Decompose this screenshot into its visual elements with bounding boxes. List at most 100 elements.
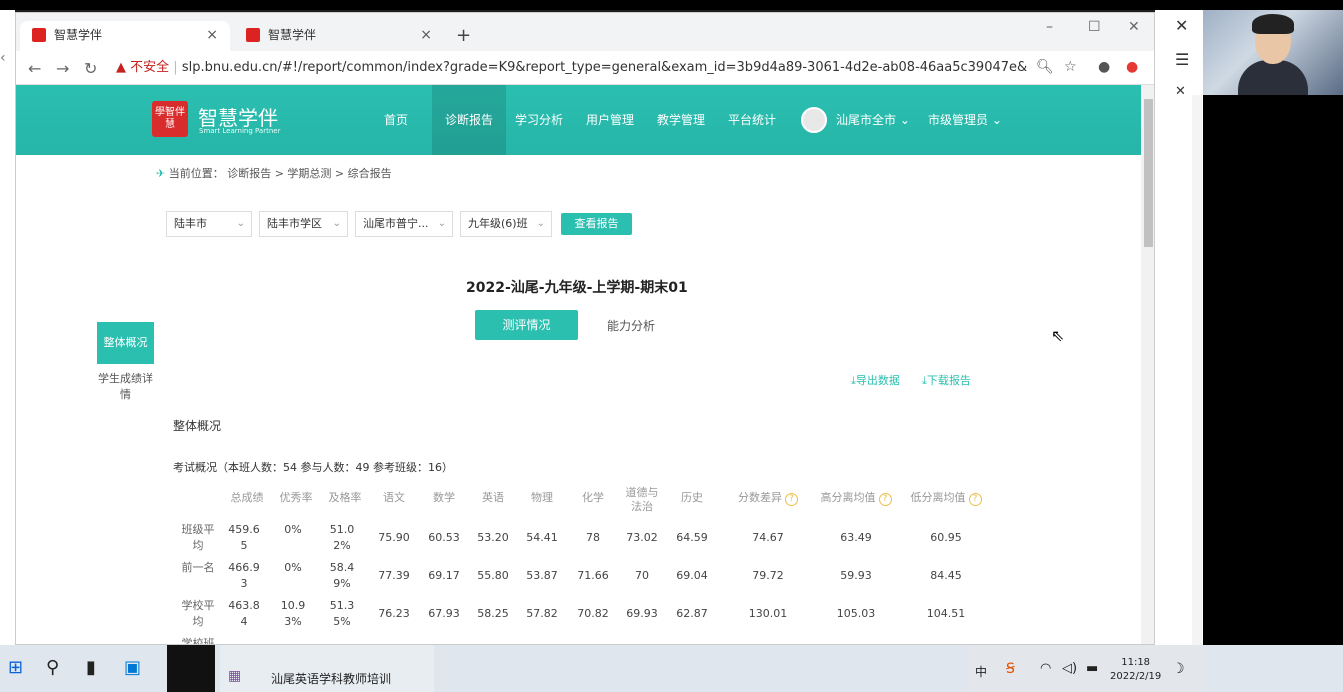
mouse-cursor-icon: ⇖ [1051,326,1065,345]
forward-button[interactable]: → [56,59,69,78]
profile-icon[interactable]: ● [1098,59,1110,75]
nav-learning-analysis[interactable]: 学习分析 [515,85,563,155]
table-cell: 84.45 [930,569,962,582]
table-cell: 0% [284,561,302,574]
table-cell: 130.01 [748,607,788,620]
class-select[interactable]: 九年级(6)班 ⌄ [460,211,552,237]
taskbar-app-dark[interactable] [167,645,215,692]
chevron-down-icon: ⌄ [332,218,341,229]
header-history: 历史 [681,491,703,504]
url-text: slp.bnu.edu.cn/#!/report/common/index?gr… [181,60,1028,75]
tab-close-icon[interactable]: × [420,21,432,49]
header-pass-rate: 及格率 [328,491,362,504]
table-cell: 459.65 [228,523,260,552]
maximize-button[interactable]: ☐ [1088,19,1101,35]
new-tab-button[interactable]: + [456,25,471,46]
back-button[interactable]: ← [28,59,41,78]
clock[interactable]: 11:18 2022/2/19 [1110,656,1161,684]
class-select-value: 九年级(6)班 [468,217,528,230]
location-icon: ✈ [156,167,169,180]
nav-platform-stats[interactable]: 平台统计 [728,85,776,155]
page-scrollbar-thumb[interactable] [1144,99,1153,247]
header-low-dev: 低分离均值? [901,491,991,506]
outer-close-small-icon[interactable]: ✕ [1175,84,1186,99]
table-cell: 10.93% [280,599,306,628]
nav-teaching-management[interactable]: 教学管理 [657,85,705,155]
outer-close-icon[interactable]: ✕ [1175,16,1188,35]
header-math: 数学 [433,491,455,504]
zoom-icon[interactable]: 🔍︎ [1036,59,1054,75]
table-cell: 77.39 [378,569,410,582]
table-cell: 71.66 [577,569,609,582]
extension-icon[interactable]: ● [1126,59,1138,75]
help-icon[interactable]: ? [878,493,892,506]
table-cell: 104.51 [926,607,966,620]
url-field[interactable]: ▲ 不安全 | slp.bnu.edu.cn/#!/report/common/… [116,56,1028,80]
table-cell: 105.03 [836,607,876,620]
search-icon[interactable]: ⚲ [46,657,59,678]
tab-bar: 智慧学伴 × 智慧学伴 × + – ☐ ✕ [16,13,1154,51]
windows-start-icon[interactable]: ⊞ [8,657,23,678]
sidebar-item-student-detail[interactable]: 学生成绩详情 [97,371,154,403]
table-cell: 70.82 [577,607,609,620]
table-cell: 466.93 [228,561,260,590]
exam-title: 2022-汕尾-九年级-上学期-期末01 [466,280,688,296]
table-cell: 60.95 [930,531,962,544]
minimize-button[interactable]: – [1046,19,1053,35]
nav-home[interactable]: 首页 [384,85,408,155]
table-cell: 60.53 [428,531,460,544]
logo-mark: 學智伴慧 [152,101,188,137]
help-icon[interactable]: ? [785,493,798,506]
download-report-link[interactable]: ⤓下载报告 [922,372,971,388]
bookmark-star-icon[interactable]: ☆ [1064,59,1077,75]
input-method-icon[interactable]: Ꞩ [1006,661,1015,677]
table-cell: 53.87 [526,569,558,582]
district-select[interactable]: 陆丰市学区 ⌄ [259,211,348,237]
wifi-icon[interactable]: ◠ [1040,661,1051,676]
help-icon[interactable]: ? [968,493,982,506]
export-data-link[interactable]: ⤓导出数据 [851,372,900,388]
section-title: 整体概况 [173,419,222,433]
nav-user-management[interactable]: 用户管理 [586,85,634,155]
chevron-down-icon: ⌄ [236,218,245,229]
volume-icon[interactable]: ◁) [1062,661,1077,676]
chevron-down-icon: ⌄ [536,218,545,229]
background-window-left: ‹ [0,10,15,645]
security-label: 不安全 [130,60,170,75]
table-cell: 53.20 [477,531,509,544]
browser-tab-2[interactable]: 智慧学伴 × [234,21,444,51]
task-view-icon[interactable]: ▮ [86,657,96,678]
reload-button[interactable]: ↻ [84,59,97,78]
city-select[interactable]: 陆丰市 ⌄ [166,211,252,237]
tab-evaluation[interactable]: 测评情况 [475,310,578,340]
site-favicon-icon [246,28,260,42]
browser-tab-1[interactable]: 智慧学伴 × [20,21,230,51]
outer-scrollbar[interactable] [1192,95,1202,645]
table-cell: 69.04 [676,569,708,582]
row-label: 学校平均 [181,599,215,628]
close-window-button[interactable]: ✕ [1128,19,1140,35]
avatar[interactable] [801,107,827,133]
table-cell: 57.82 [526,607,558,620]
ime-indicator[interactable]: 中 [975,663,987,680]
table-cell: 62.87 [676,607,708,620]
tab-close-icon[interactable]: × [206,21,218,49]
notification-icon[interactable]: ☽ [1172,661,1185,677]
school-select[interactable]: 汕尾市普宁... ⌄ [355,211,453,237]
nav-diagnosis-report[interactable]: 诊断报告 [432,85,507,155]
header-low-dev-label: 低分离均值 [910,491,966,504]
user-role-menu[interactable]: 市级管理员 ⌄ [928,85,1002,155]
chevron-down-icon: ⌄ [899,113,910,127]
view-report-button[interactable]: 查看报告 [561,213,632,235]
user-region-menu[interactable]: 汕尾市全市 ⌄ [836,85,910,155]
tab-ability-analysis[interactable]: 能力分析 [607,317,655,334]
sidebar-item-overall[interactable]: 整体概况 [97,322,154,364]
app-thumbnail-icon: ▦ [228,668,242,684]
battery-icon[interactable]: ▬ [1086,661,1098,676]
user-role-label: 市级管理员 [928,113,989,127]
outer-menu-icon[interactable]: ☰ [1175,50,1189,69]
taskbar-window-title: 汕尾英语学科教师培训 [271,672,392,686]
table-cell: 63.49 [840,531,872,544]
file-explorer-icon[interactable]: ▣ [124,657,141,678]
clock-date: 2022/2/19 [1110,671,1162,682]
